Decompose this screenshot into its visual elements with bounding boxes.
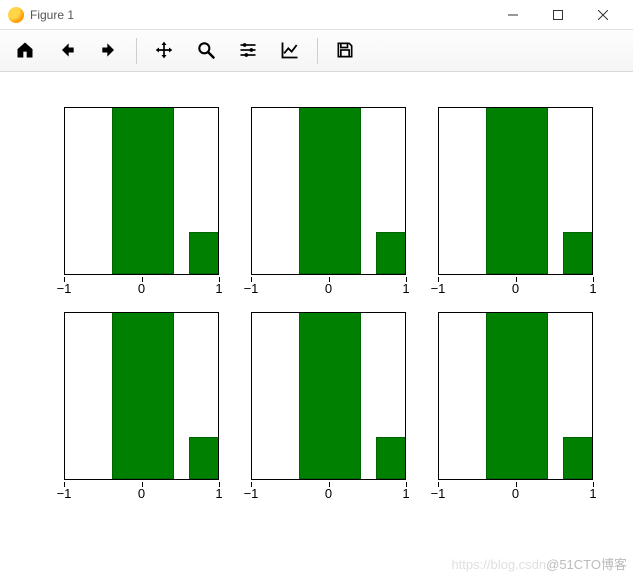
back-button[interactable] (48, 34, 86, 68)
pan-button[interactable] (145, 34, 183, 68)
bar (376, 232, 406, 274)
configure-subplots-button[interactable] (229, 34, 267, 68)
save-icon (335, 40, 355, 63)
tick-label: 0 (138, 281, 145, 296)
tick-label: −1 (244, 486, 259, 501)
window-titlebar: Figure 1 (0, 0, 633, 30)
axes-box (64, 312, 219, 480)
x-axis-ticks: −101 (64, 482, 219, 502)
tick-label: −1 (244, 281, 259, 296)
window-close-button[interactable] (580, 0, 625, 30)
x-axis-ticks: −101 (438, 482, 593, 502)
back-icon (57, 40, 77, 63)
axes-box (64, 107, 219, 275)
save-button[interactable] (326, 34, 364, 68)
tick-label: 1 (402, 486, 409, 501)
bar (112, 312, 174, 479)
axes-box (251, 312, 406, 480)
subplot: −1 0 1 (426, 107, 601, 307)
tick-label: −1 (431, 486, 446, 501)
forward-button[interactable] (90, 34, 128, 68)
bar (112, 107, 174, 274)
bar (189, 232, 219, 274)
config-icon (238, 40, 258, 63)
matplotlib-toolbar (0, 30, 633, 72)
bar (563, 437, 593, 479)
tick-label: 0 (138, 486, 145, 501)
bar (299, 107, 361, 274)
tick-label: 0 (325, 281, 332, 296)
tick-label: −1 (57, 281, 72, 296)
zoom-button[interactable] (187, 34, 225, 68)
tick-label: −1 (57, 486, 72, 501)
axes-box (438, 312, 593, 480)
window-title: Figure 1 (30, 8, 74, 22)
home-icon (15, 40, 35, 63)
axes-box (251, 107, 406, 275)
tick-label: 1 (589, 486, 596, 501)
app-icon (8, 7, 24, 23)
toolbar-separator (317, 38, 318, 64)
subplot: −1 0 1 (52, 312, 227, 512)
bar (486, 312, 548, 479)
figure-canvas[interactable]: −1 0 1 −1 0 1 −1 0 1 −1 0 1 −1 0 1 −1 0 1 https://blog.cs… (0, 72, 633, 577)
watermark-faint: https://blog.csdn (451, 557, 546, 572)
home-button[interactable] (6, 34, 44, 68)
axes-box (438, 107, 593, 275)
tick-label: 1 (215, 486, 222, 501)
zoom-icon (196, 40, 216, 63)
tick-label: 0 (512, 486, 519, 501)
tick-label: 1 (589, 281, 596, 296)
tick-label: 0 (512, 281, 519, 296)
bar (189, 437, 219, 479)
window-minimize-button[interactable] (490, 0, 535, 30)
watermark-main: @51CTO博客 (546, 557, 627, 572)
subplot: −1 0 1 (52, 107, 227, 307)
bar (486, 107, 548, 274)
x-axis-ticks: −101 (64, 277, 219, 297)
x-axis-ticks: −101 (438, 277, 593, 297)
bar (376, 437, 406, 479)
x-axis-ticks: −101 (251, 482, 406, 502)
window-maximize-button[interactable] (535, 0, 580, 30)
subplot: −1 0 1 (239, 107, 414, 307)
bar (563, 232, 593, 274)
edit-axes-button[interactable] (271, 34, 309, 68)
watermark: https://blog.csdn@51CTO博客 (451, 554, 627, 573)
subplot: −1 0 1 (239, 312, 414, 512)
tick-label: 1 (215, 281, 222, 296)
bar (299, 312, 361, 479)
tick-label: −1 (431, 281, 446, 296)
toolbar-separator (136, 38, 137, 64)
tick-label: 0 (325, 486, 332, 501)
axes-icon (280, 40, 300, 63)
subplot: −1 0 1 (426, 312, 601, 512)
tick-label: 1 (402, 281, 409, 296)
subplot-grid: −1 0 1 −1 0 1 −1 0 1 −1 0 1 −1 0 1 −1 0 1 (52, 107, 601, 512)
forward-icon (99, 40, 119, 63)
x-axis-ticks: −101 (251, 277, 406, 297)
pan-icon (154, 40, 174, 63)
